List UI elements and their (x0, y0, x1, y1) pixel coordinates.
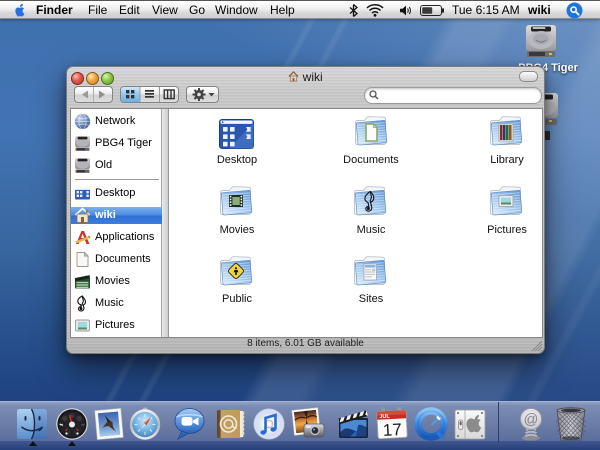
svg-text:17: 17 (382, 420, 402, 440)
svg-text:JUL: JUL (379, 414, 390, 421)
svg-text:@: @ (524, 412, 539, 428)
